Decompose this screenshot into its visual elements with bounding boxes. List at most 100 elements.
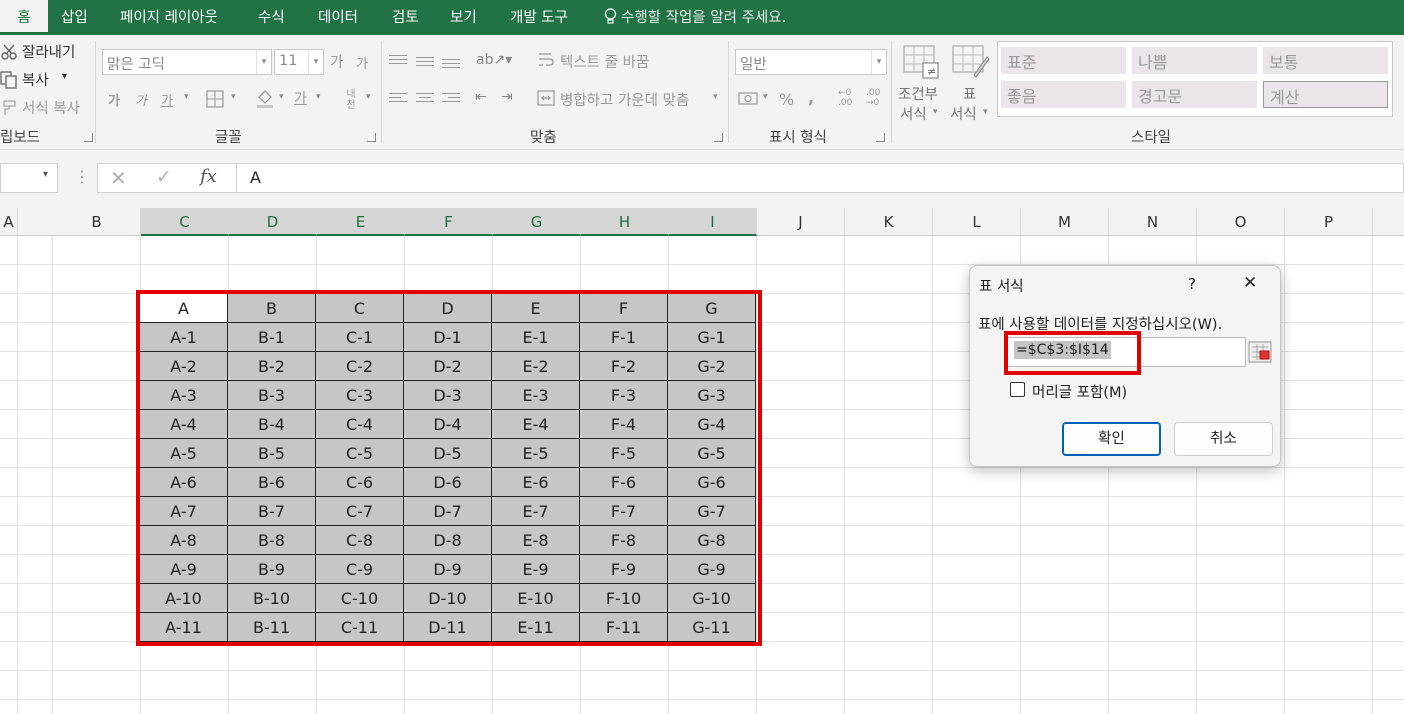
format-as-table-sublabel[interactable]: 서식: [950, 103, 977, 124]
number-format-combo[interactable]: 일반 ▾: [735, 49, 887, 75]
wrap-text-button[interactable]: 텍스트 줄 바꿈: [560, 51, 649, 72]
decrease-indent-icon[interactable]: ⇤: [475, 89, 487, 105]
style-calculation[interactable]: 계산: [1263, 81, 1388, 108]
column-header[interactable]: L: [933, 208, 1021, 236]
column-header[interactable]: I: [669, 208, 757, 236]
decrease-decimal-button[interactable]: .00 →0: [866, 88, 880, 108]
gridline: [1284, 236, 1285, 714]
copy-icon: [0, 71, 17, 89]
header-checkbox-label: 머리글 포함(M): [1032, 385, 1128, 401]
clipboard-launcher-icon[interactable]: [84, 133, 93, 142]
style-warning-text[interactable]: 경고문: [1132, 81, 1257, 108]
column-header[interactable]: N: [1109, 208, 1197, 236]
column-header[interactable]: K: [845, 208, 933, 236]
column-header[interactable]: A: [0, 208, 18, 236]
tab-home[interactable]: 홈: [0, 0, 48, 35]
chevron-down-icon[interactable]: ▾: [256, 50, 271, 74]
chevron-down-icon[interactable]: ▾: [366, 92, 371, 102]
conditional-formatting-label[interactable]: 조건부: [898, 83, 938, 104]
insert-function-icon[interactable]: fx: [200, 166, 217, 187]
column-header[interactable]: E: [317, 208, 405, 236]
chevron-down-icon[interactable]: ▾: [316, 92, 321, 102]
conditional-formatting-sublabel[interactable]: 서식: [900, 103, 927, 124]
style-bad[interactable]: 나쁨: [1132, 47, 1257, 74]
bold-button[interactable]: 가: [108, 90, 120, 109]
grow-font-button[interactable]: 가: [330, 51, 343, 72]
font-name-combo[interactable]: 맑은 고딕 ▾: [102, 49, 272, 75]
chevron-down-icon[interactable]: ▾: [933, 107, 938, 117]
cut-button[interactable]: 잘라내기: [22, 41, 75, 62]
align-middle-icon[interactable]: [416, 53, 434, 67]
column-header[interactable]: H: [581, 208, 669, 236]
align-left-icon[interactable]: [389, 91, 407, 105]
tab-developer[interactable]: 개발 도구: [510, 0, 568, 35]
help-button[interactable]: ?: [1188, 275, 1196, 293]
copy-button[interactable]: 복사: [22, 69, 49, 90]
tell-me-search[interactable]: 수행할 작업을 알려 주세요.: [604, 0, 786, 35]
column-header[interactable]: D: [229, 208, 317, 236]
header-checkbox[interactable]: [1010, 382, 1025, 397]
font-launcher-icon[interactable]: [367, 133, 376, 142]
column-header[interactable]: C: [141, 208, 229, 236]
chevron-down-icon[interactable]: ▾: [231, 92, 236, 102]
align-bottom-icon[interactable]: [442, 53, 460, 68]
borders-icon[interactable]: [206, 90, 224, 108]
align-center-icon[interactable]: [416, 91, 434, 105]
chevron-down-icon[interactable]: ▾: [763, 92, 768, 102]
number-launcher-icon[interactable]: [876, 133, 885, 142]
formula-input[interactable]: [97, 163, 1404, 193]
tab-view[interactable]: 보기: [450, 0, 477, 35]
align-top-icon[interactable]: [389, 53, 407, 67]
column-header[interactable]: G: [493, 208, 581, 236]
confirm-entry-icon[interactable]: ✓: [156, 166, 172, 188]
cancel-button[interactable]: 취소: [1174, 422, 1273, 456]
tab-review[interactable]: 검토: [392, 0, 419, 35]
chevron-down-icon[interactable]: ▾: [871, 50, 886, 74]
underline-button[interactable]: 가: [161, 90, 173, 109]
separator: [728, 41, 729, 143]
column-header[interactable]: P: [1285, 208, 1373, 236]
italic-button[interactable]: 가: [135, 90, 147, 109]
column-header[interactable]: F: [405, 208, 493, 236]
align-right-icon[interactable]: [442, 91, 460, 105]
collapse-dialog-icon[interactable]: [1248, 341, 1272, 363]
increase-decimal-button[interactable]: ←0 .00: [838, 88, 852, 108]
tab-formulas[interactable]: 수식: [258, 0, 285, 35]
chevron-down-icon[interactable]: ▾: [713, 92, 718, 102]
fill-color-icon[interactable]: [255, 88, 275, 108]
cancel-entry-icon[interactable]: ✕: [110, 166, 127, 190]
accounting-format-icon[interactable]: [738, 90, 758, 108]
name-box[interactable]: ▾: [0, 163, 58, 193]
comma-style-button[interactable]: ,: [808, 88, 814, 107]
style-good[interactable]: 좋음: [1001, 81, 1126, 108]
tab-data[interactable]: 데이터: [318, 0, 358, 35]
tab-insert[interactable]: 삽입: [61, 0, 88, 35]
phonetic-guide-button[interactable]: 내천: [342, 89, 360, 111]
font-size-combo[interactable]: 11 ▾: [274, 49, 324, 75]
styles-group-label: 스타일: [1131, 130, 1172, 146]
tab-page-layout[interactable]: 페이지 레이아웃: [120, 0, 218, 35]
shrink-font-button[interactable]: 가: [356, 53, 368, 72]
style-neutral[interactable]: 보통: [1263, 47, 1388, 74]
chevron-down-icon[interactable]: ▾: [983, 107, 988, 117]
copy-dropdown-icon[interactable]: ▾: [62, 71, 67, 82]
ok-button[interactable]: 확인: [1062, 422, 1161, 456]
alignment-launcher-icon[interactable]: [714, 133, 723, 142]
style-normal[interactable]: 표준: [1001, 47, 1126, 74]
column-header[interactable]: M: [1021, 208, 1109, 236]
merge-center-button[interactable]: 병합하고 가운데 맞춤: [560, 89, 689, 110]
increase-indent-icon[interactable]: ⇥: [501, 89, 513, 105]
font-color-button[interactable]: 가: [294, 88, 307, 108]
format-as-table-label[interactable]: 표: [963, 83, 976, 104]
column-header[interactable]: J: [757, 208, 845, 236]
close-button[interactable]: ✕: [1243, 273, 1257, 293]
chevron-down-icon[interactable]: ▾: [184, 92, 189, 102]
column-header[interactable]: O: [1197, 208, 1285, 236]
orientation-icon[interactable]: ab↗▾: [476, 52, 512, 68]
percent-style-button[interactable]: %: [779, 90, 794, 109]
format-painter-button[interactable]: 서식 복사: [22, 97, 80, 118]
chevron-down-icon[interactable]: ▾: [279, 92, 284, 102]
chevron-down-icon[interactable]: ▾: [308, 50, 323, 74]
chevron-down-icon[interactable]: ▾: [43, 169, 48, 180]
column-header[interactable]: B: [53, 208, 141, 236]
